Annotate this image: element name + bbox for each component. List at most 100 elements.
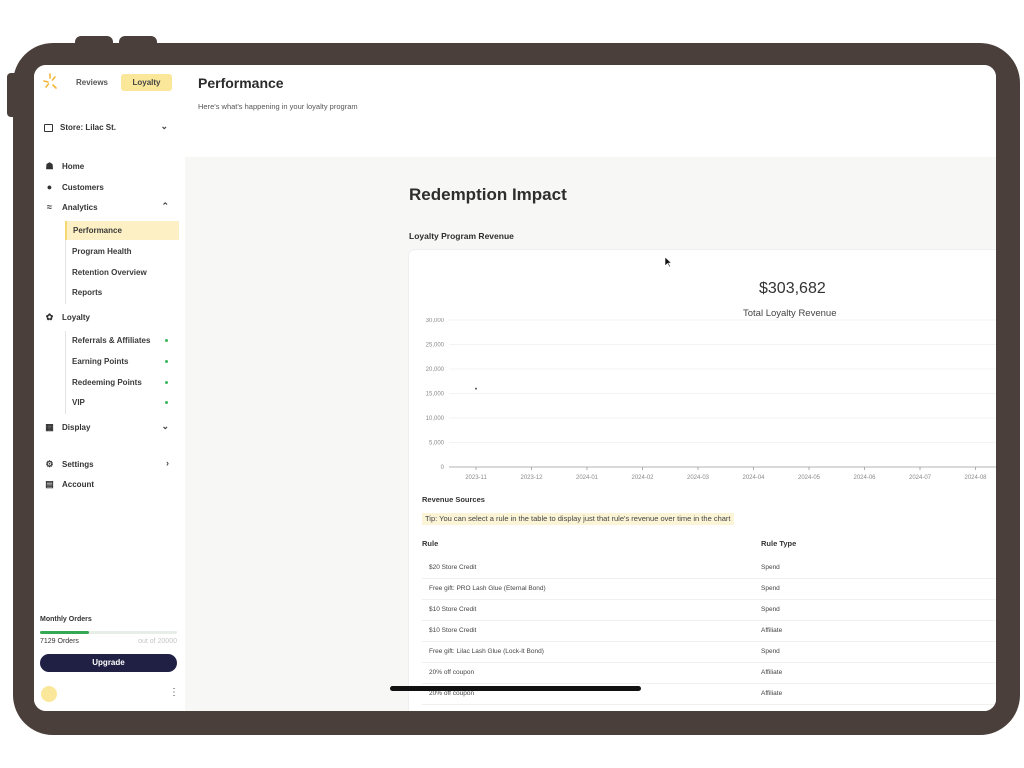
chevron-down-icon: ⌄ xyxy=(160,121,168,131)
sidebar-item-vip[interactable]: VIP xyxy=(66,393,178,412)
rule-type-cell: Affiliate xyxy=(761,627,783,634)
sidebar-item-retention-overview[interactable]: Retention Overview xyxy=(66,263,178,282)
gear-icon: ⚙ xyxy=(45,459,54,469)
nav-loyalty[interactable]: ✿ Loyalty xyxy=(44,310,179,326)
sidebar-item-label: Performance xyxy=(73,226,122,235)
sidebar-item-redeeming-points[interactable]: Redeeming Points xyxy=(66,373,178,392)
y-tick-label: 20,000 xyxy=(426,367,445,373)
y-tick-label: 0 xyxy=(441,465,445,471)
table-row[interactable]: $20 Store Credit Spend xyxy=(422,557,996,579)
total-revenue-value: $303,682 xyxy=(759,280,826,297)
sidebar-item-label: Referrals & Affiliates xyxy=(72,336,151,345)
nav-home[interactable]: ☗ Home xyxy=(44,159,179,175)
table-row[interactable]: Free gift: Lilac Lash Glue (Lock-It Bond… xyxy=(422,641,996,663)
monthly-orders-label: Monthly Orders xyxy=(40,616,92,623)
nav-analytics-label: Analytics xyxy=(62,203,98,212)
nav-settings-label: Settings xyxy=(62,460,94,469)
orders-limit: out of 20000 xyxy=(138,638,177,645)
page-title: Performance xyxy=(198,75,284,91)
status-dot xyxy=(165,339,168,342)
nav-account-label: Account xyxy=(62,480,94,489)
table-row[interactable]: $10 Store Credit Spend xyxy=(422,599,996,621)
column-header-rule[interactable]: Rule xyxy=(422,539,438,548)
app-screen: Reviews Loyalty Store: Lilac St. ⌄ ☗ Hom… xyxy=(34,65,996,711)
rule-cell: Free gift: Lilac Lash Glue (Lock-It Bond… xyxy=(429,648,544,655)
nav-settings[interactable]: ⚙ Settings › xyxy=(44,457,179,473)
sidebar-item-earning-points[interactable]: Earning Points xyxy=(66,352,178,371)
revenue-sources-title: Revenue Sources xyxy=(422,495,485,504)
loyalty-hands-icon: ✿ xyxy=(45,312,54,322)
y-tick-label: 5,000 xyxy=(429,441,445,447)
rule-cell: 20% off coupon xyxy=(429,669,475,676)
x-tick-label: 2024-03 xyxy=(687,475,710,481)
sidebar-item-label: Program Health xyxy=(72,247,132,256)
tab-reviews[interactable]: Reviews xyxy=(67,74,117,91)
more-options-icon[interactable]: ⋮ xyxy=(169,687,179,698)
avatar[interactable] xyxy=(41,686,57,702)
column-header-rule-type[interactable]: Rule Type xyxy=(761,539,796,548)
store-icon xyxy=(44,124,53,132)
account-icon: ▤ xyxy=(45,479,54,489)
nav-home-label: Home xyxy=(62,162,85,171)
page-subtitle: Here's what's happening in your loyalty … xyxy=(198,102,358,111)
store-selector[interactable]: Store: Lilac St. ⌄ xyxy=(44,121,174,135)
y-tick-label: 15,000 xyxy=(426,392,445,398)
rule-type-cell: Affiliate xyxy=(761,669,783,676)
data-point[interactable] xyxy=(475,387,477,390)
table-row[interactable]: 20% off coupon Affiliate xyxy=(422,662,996,684)
table-row[interactable]: $10 Store Credit Affiliate xyxy=(422,620,996,642)
sidebar: Reviews Loyalty Store: Lilac St. ⌄ ☗ Hom… xyxy=(34,65,186,711)
rule-cell: 20% off coupon xyxy=(429,690,475,697)
x-tick-label: 2023-12 xyxy=(520,475,543,481)
rule-cell: $20 Store Credit xyxy=(429,564,477,571)
nav-loyalty-label: Loyalty xyxy=(62,313,91,322)
orders-count: 7129 Orders xyxy=(40,638,79,645)
sidebar-item-referrals[interactable]: Referrals & Affiliates xyxy=(66,331,178,350)
upgrade-button[interactable]: Upgrade xyxy=(40,654,177,672)
sidebar-item-reports[interactable]: Reports xyxy=(66,283,178,302)
x-tick-label: 2024-06 xyxy=(853,475,876,481)
sidebar-item-label: Retention Overview xyxy=(72,268,147,277)
sidebar-item-program-health[interactable]: Program Health xyxy=(66,242,178,261)
status-dot xyxy=(165,360,168,363)
orders-progress-bar xyxy=(40,631,177,634)
user-icon: ● xyxy=(46,182,53,192)
table-row[interactable]: Free gift: PRO Lash Glue (Eternal Bond) S… xyxy=(422,578,996,600)
home-icon: ☗ xyxy=(45,161,54,171)
sidebar-item-label: VIP xyxy=(72,398,85,407)
orders-progress-fill xyxy=(40,631,89,634)
chevron-down-icon: ⌄ xyxy=(161,421,169,431)
sidebar-item-label: Redeeming Points xyxy=(72,378,142,387)
nav-account[interactable]: ▤ Account xyxy=(44,477,179,493)
home-indicator xyxy=(390,686,641,691)
sidebar-item-label: Reports xyxy=(72,288,103,297)
x-tick-label: 2024-01 xyxy=(576,475,599,481)
x-tick-label: 2024-04 xyxy=(742,475,765,481)
nav-customers[interactable]: ● Customers xyxy=(44,180,179,196)
x-tick-label: 2024-05 xyxy=(798,475,821,481)
nav-analytics[interactable]: ≈ Analytics ⌃ xyxy=(44,200,179,216)
revenue-card: $303,682 Total Loyalty Revenue 30,000 25,… xyxy=(409,250,996,711)
chart-title: Loyalty Program Revenue xyxy=(409,231,514,241)
rule-cell: $10 Store Credit xyxy=(429,627,477,634)
y-tick-label: 25,000 xyxy=(426,343,445,349)
status-dot xyxy=(165,381,168,384)
y-tick-label: 10,000 xyxy=(426,416,445,422)
chevron-right-icon: › xyxy=(166,458,169,468)
tab-loyalty[interactable]: Loyalty xyxy=(121,74,172,91)
rule-type-cell: Spend xyxy=(761,564,780,571)
sidebar-item-label: Earning Points xyxy=(72,357,129,366)
tip-banner: Tip: You can select a rule in the table … xyxy=(422,513,734,525)
section-title: Redemption Impact xyxy=(409,185,567,204)
chevron-up-icon: ⌃ xyxy=(161,201,169,211)
sidebar-item-performance[interactable]: Performance xyxy=(65,221,179,240)
rule-type-cell: Spend xyxy=(761,606,780,613)
cursor-arrow-icon xyxy=(664,256,672,268)
main-content: Redemption Impact Loyalty Program Revenu… xyxy=(185,157,996,711)
chart-line-icon: ≈ xyxy=(47,202,52,212)
nav-customers-label: Customers xyxy=(62,183,104,192)
revenue-line-chart[interactable]: 30,000 25,000 20,000 15,000 10,000 5,000 0 2023… xyxy=(409,318,996,488)
nav-display-label: Display xyxy=(62,423,91,432)
x-tick-label: 2023-11 xyxy=(465,475,487,481)
nav-display[interactable]: ▦ Display ⌄ xyxy=(44,420,179,436)
